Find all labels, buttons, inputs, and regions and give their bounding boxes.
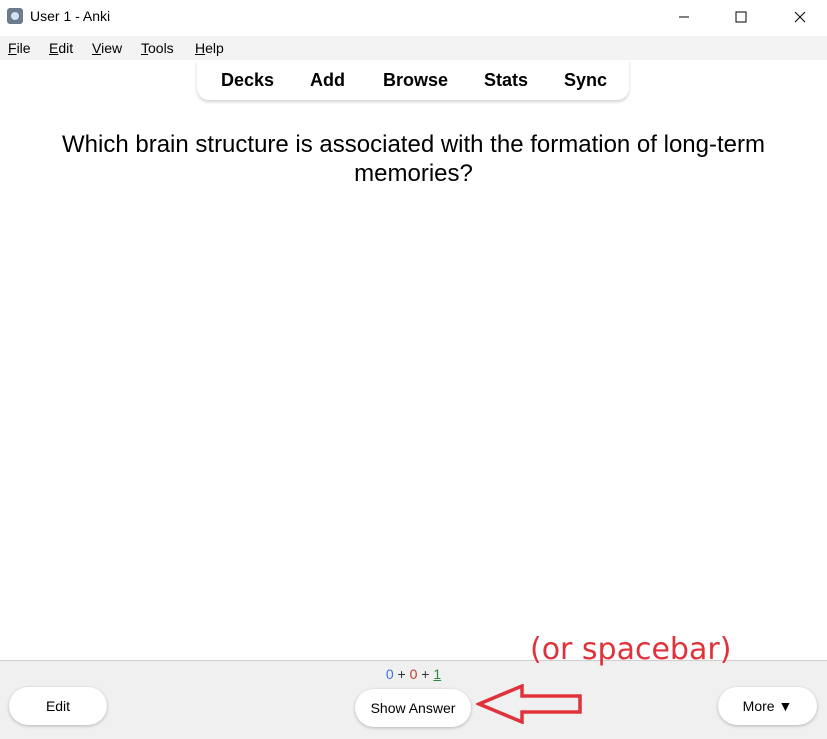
annotation-text: (or spacebar) <box>530 632 732 667</box>
toolbar-browse-link[interactable]: Browse <box>383 70 448 91</box>
toolbar-stats-link[interactable]: Stats <box>484 70 528 91</box>
new-count: 0 <box>385 666 394 682</box>
review-count: 1 <box>433 666 442 682</box>
menu-view-mnemonic: V <box>92 40 102 56</box>
due-counts: 0 + 0 + 1 <box>0 666 827 682</box>
toolbar-decks-link[interactable]: Decks <box>221 70 274 91</box>
menu-edit[interactable]: Edit <box>49 40 73 56</box>
anki-app-icon <box>7 8 23 24</box>
toolbar-sync-link[interactable]: Sync <box>564 70 607 91</box>
menu-help[interactable]: Help <box>195 40 224 56</box>
toolbar-add-link[interactable]: Add <box>310 70 345 91</box>
menu-tools[interactable]: Tools <box>141 40 174 56</box>
annotation-arrow-icon <box>476 684 582 724</box>
menu-help-label: elp <box>205 40 224 56</box>
menu-edit-label: dit <box>58 40 74 56</box>
close-icon <box>794 11 806 22</box>
close-button[interactable] <box>777 0 823 33</box>
window-title: User 1 - Anki <box>30 8 111 24</box>
learning-count: 0 <box>409 666 418 682</box>
more-button[interactable]: More ▼ <box>718 687 817 725</box>
menu-view[interactable]: View <box>92 40 122 56</box>
minimize-icon <box>679 16 689 17</box>
edit-button[interactable]: Edit <box>9 687 107 725</box>
title-bar: User 1 - Anki <box>0 0 827 33</box>
show-answer-button[interactable]: Show Answer <box>355 689 471 727</box>
maximize-button[interactable] <box>718 0 764 33</box>
maximize-icon <box>735 11 747 22</box>
menu-tools-label: ools <box>148 40 174 56</box>
menu-edit-mnemonic: E <box>49 40 59 56</box>
menu-file[interactable]: File <box>8 40 31 56</box>
menu-tools-mnemonic: T <box>141 40 148 56</box>
menu-file-mnemonic: F <box>8 40 17 56</box>
count-separator: + <box>397 666 406 682</box>
main-toolbar: Decks Add Browse Stats Sync <box>197 60 629 100</box>
minimize-button[interactable] <box>661 0 707 33</box>
menu-file-label: ile <box>16 40 31 56</box>
card-question: Which brain structure is associated with… <box>62 131 765 187</box>
menu-view-label: iew <box>101 40 123 56</box>
menu-bar: File Edit View Tools Help <box>0 36 827 60</box>
menu-help-mnemonic: H <box>195 40 206 56</box>
count-separator: + <box>421 666 430 682</box>
